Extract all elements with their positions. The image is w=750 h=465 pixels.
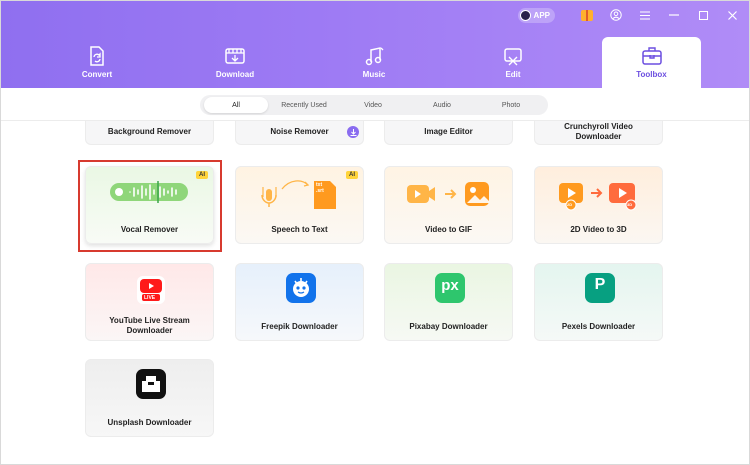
download-badge-icon[interactable]: [347, 126, 359, 138]
close-icon[interactable]: [721, 6, 743, 24]
convert-icon: [90, 46, 104, 66]
tool-card-label: Background Remover: [107, 127, 192, 136]
main-tabs: Convert Download Music Edit Toolbox: [1, 37, 749, 88]
toolbox-icon: [641, 47, 662, 65]
tool-card-image-editor[interactable]: Image Editor: [384, 121, 513, 145]
app-badge-label: APP: [533, 10, 550, 20]
tab-download-label: Download: [215, 70, 255, 79]
3d-label: 3D: [627, 202, 633, 207]
tool-card-label: Image Editor: [424, 127, 473, 136]
tool-card-pexels-downloader[interactable]: P Pexels Downloader: [534, 263, 663, 341]
tool-card-pixabay-downloader[interactable]: px Pixabay Downloader: [384, 263, 513, 341]
filter-bar: All Recently Used Video Audio Photo: [200, 95, 548, 115]
video-to-gif-icon: [407, 182, 489, 206]
file-type-label: txt .srt: [316, 182, 324, 194]
tab-convert[interactable]: Convert: [42, 37, 152, 88]
music-icon: [365, 47, 384, 66]
tool-card-label: 2D Video to 3D: [570, 225, 627, 234]
app-window: APP Convert Download Music Edit Toolbox …: [0, 0, 750, 465]
tool-card-label: Speech to Text: [271, 225, 328, 234]
tab-convert-label: Convert: [81, 70, 113, 79]
filter-audio[interactable]: Audio: [410, 97, 474, 113]
tab-download[interactable]: Download: [180, 37, 290, 88]
tool-card-label: Pexels Downloader: [561, 322, 636, 331]
tab-toolbox-label: Toolbox: [636, 70, 667, 79]
tab-music-label: Music: [362, 70, 386, 79]
tool-card-youtube-live-stream-downloader[interactable]: LIVE YouTube Live Stream Downloader: [85, 263, 214, 341]
title-bar: APP: [517, 6, 743, 24]
tab-edit-label: Edit: [505, 70, 521, 79]
tab-toolbox[interactable]: Toolbox: [602, 37, 701, 88]
user-icon[interactable]: [605, 6, 627, 24]
tool-card-label: YouTube Live Stream Downloader: [109, 316, 190, 335]
tool-card-background-remover[interactable]: Background Remover: [85, 121, 214, 145]
tool-card-label: Crunchyroll Video Downloader: [564, 122, 633, 141]
tab-edit[interactable]: Edit: [458, 37, 568, 88]
tool-card-crunchyroll-video-downloader[interactable]: Crunchyroll Video Downloader: [534, 121, 663, 145]
tool-card-freepik-downloader[interactable]: Freepik Downloader: [235, 263, 364, 341]
app-logo-icon: [519, 9, 531, 21]
tool-card-speech-to-text[interactable]: AI txt .srt Speech to Text: [235, 166, 364, 244]
tool-card-label: Unsplash Downloader: [107, 418, 192, 427]
live-label: LIVE: [144, 295, 156, 301]
2d-label: 2D: [567, 202, 573, 207]
tool-card-label: Noise Remover: [270, 127, 329, 136]
pixabay-logo-label: px: [441, 277, 459, 294]
filter-video[interactable]: Video: [341, 97, 405, 113]
filter-all[interactable]: All: [204, 97, 268, 113]
freepik-icon: [286, 273, 316, 303]
pexels-logo-label: P: [594, 276, 606, 293]
minimize-icon[interactable]: [663, 6, 685, 24]
ai-badge: AI: [346, 171, 358, 179]
header: APP Convert Download Music Edit Toolbox: [1, 1, 749, 88]
tab-music[interactable]: Music: [319, 37, 429, 88]
download-icon: [225, 48, 245, 64]
unsplash-icon: [136, 369, 166, 399]
menu-icon[interactable]: [634, 6, 656, 24]
tool-card-unsplash-downloader[interactable]: Unsplash Downloader: [85, 359, 214, 437]
tool-card-label: Pixabay Downloader: [409, 322, 488, 331]
gift-icon[interactable]: [576, 6, 598, 24]
tool-card-label: Video to GIF: [425, 225, 472, 234]
filter-photo[interactable]: Photo: [479, 97, 543, 113]
app-badge-button[interactable]: APP: [517, 7, 555, 23]
tool-card-2d-video-to-3d[interactable]: 2D 3D 2D Video to 3D: [534, 166, 663, 244]
tool-card-noise-remover[interactable]: Noise Remover: [235, 121, 364, 145]
tool-card-video-to-gif[interactable]: Video to GIF: [384, 166, 513, 244]
maximize-icon[interactable]: [692, 6, 714, 24]
selection-highlight-box: [78, 160, 222, 252]
tool-card-label: Freepik Downloader: [261, 322, 338, 331]
filter-recently-used[interactable]: Recently Used: [272, 97, 336, 113]
edit-icon: [504, 48, 522, 66]
